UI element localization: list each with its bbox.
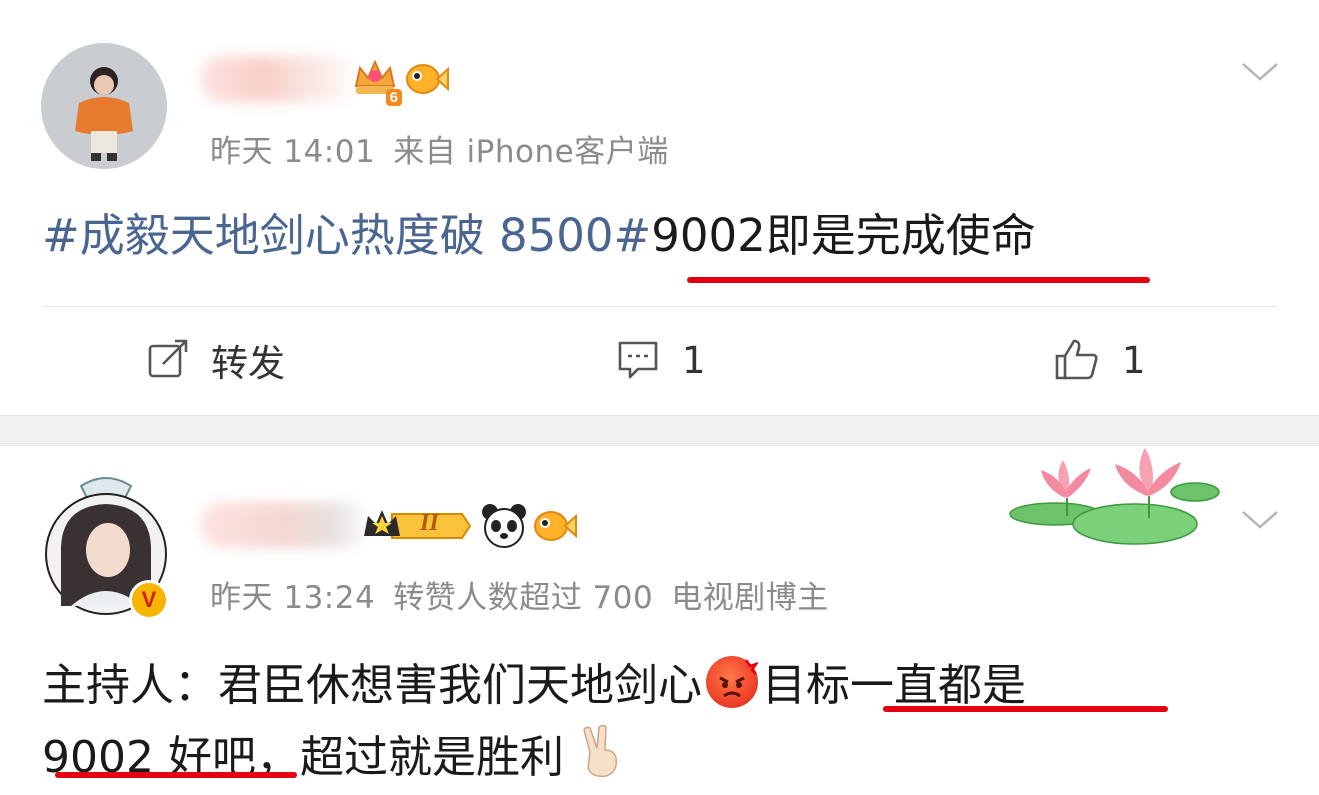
feed-post-1: 6 昨天 14:01 来自 iPhone客户端 #成毅天地剑心热度破 8500#9… (0, 0, 1319, 415)
like-count: 1 (1122, 338, 1146, 382)
angry-emoji (706, 656, 758, 708)
level-badge-number: 6 (385, 89, 402, 106)
red-underline-annotation (883, 706, 1168, 712)
comment-count: 1 (682, 338, 706, 382)
post-body-text: 9002即是完成使命 (651, 209, 1036, 262)
post-body: #成毅天地剑心热度破 8500#9002即是完成使命 (42, 206, 1036, 266)
post-time: 昨天 13:24 (210, 580, 376, 616)
repost-icon (148, 339, 188, 378)
post-body-text: 目标一直都是 (762, 660, 1026, 711)
repost-label: 转发 (211, 342, 285, 385)
username-blurred[interactable] (200, 56, 360, 102)
rank-badge-icon[interactable]: II (362, 506, 472, 546)
goldfish-icon[interactable] (531, 505, 577, 551)
red-underline-annotation (687, 277, 1150, 283)
avatar[interactable]: V (41, 476, 169, 620)
post-body-line-2: 9002 好吧，超过就是胜利 (42, 724, 624, 794)
post-info: 转赞人数超过 700 (393, 580, 654, 616)
username-blurred[interactable] (200, 502, 370, 548)
chevron-down-icon[interactable] (1240, 60, 1280, 84)
verified-badge[interactable]: V (129, 580, 169, 620)
lotus-decoration (1009, 448, 1220, 545)
post-body-text: 主持人：君臣休想害我们天地剑心 (42, 660, 702, 711)
chevron-down-icon[interactable] (1240, 508, 1280, 532)
comment-button[interactable]: 1 (616, 333, 706, 387)
like-icon (1055, 339, 1098, 380)
like-button[interactable]: 1 (1054, 333, 1146, 387)
avatar-image (41, 43, 167, 169)
red-underline-annotation (55, 772, 297, 778)
feed-separator (0, 415, 1319, 446)
post-tag: 电视剧博主 (671, 580, 829, 616)
comment-icon (618, 341, 658, 379)
feed-post-2: V II 昨天 13:24 转赞人数超过 700 电视剧博主 主持人：君臣休想害… (0, 446, 1319, 795)
post-body-text: 超过就是胜利 (299, 732, 564, 783)
rank-badge-label: II (420, 510, 439, 536)
post-time: 昨天 14:01 (210, 134, 376, 170)
crown-badge-icon[interactable]: 6 (352, 58, 402, 106)
post-source[interactable]: 来自 iPhone客户端 (393, 134, 669, 170)
topic-hashtag-link[interactable]: #成毅天地剑心热度破 8500# (42, 209, 651, 262)
verified-mark: V (141, 587, 157, 612)
post-meta: 昨天 14:01 来自 iPhone客户端 (210, 126, 687, 171)
divider (42, 306, 1277, 307)
post-meta: 昨天 13:24 转赞人数超过 700 电视剧博主 (210, 572, 847, 617)
post-body-line-1: 主持人：君臣休想害我们天地剑心 目标一直都是 (42, 656, 1026, 716)
repost-button[interactable]: 转发 (147, 333, 285, 387)
avatar[interactable] (41, 43, 167, 169)
panda-icon[interactable] (480, 502, 528, 552)
victory-hand-emoji (578, 724, 624, 794)
goldfish-icon[interactable] (403, 58, 449, 104)
